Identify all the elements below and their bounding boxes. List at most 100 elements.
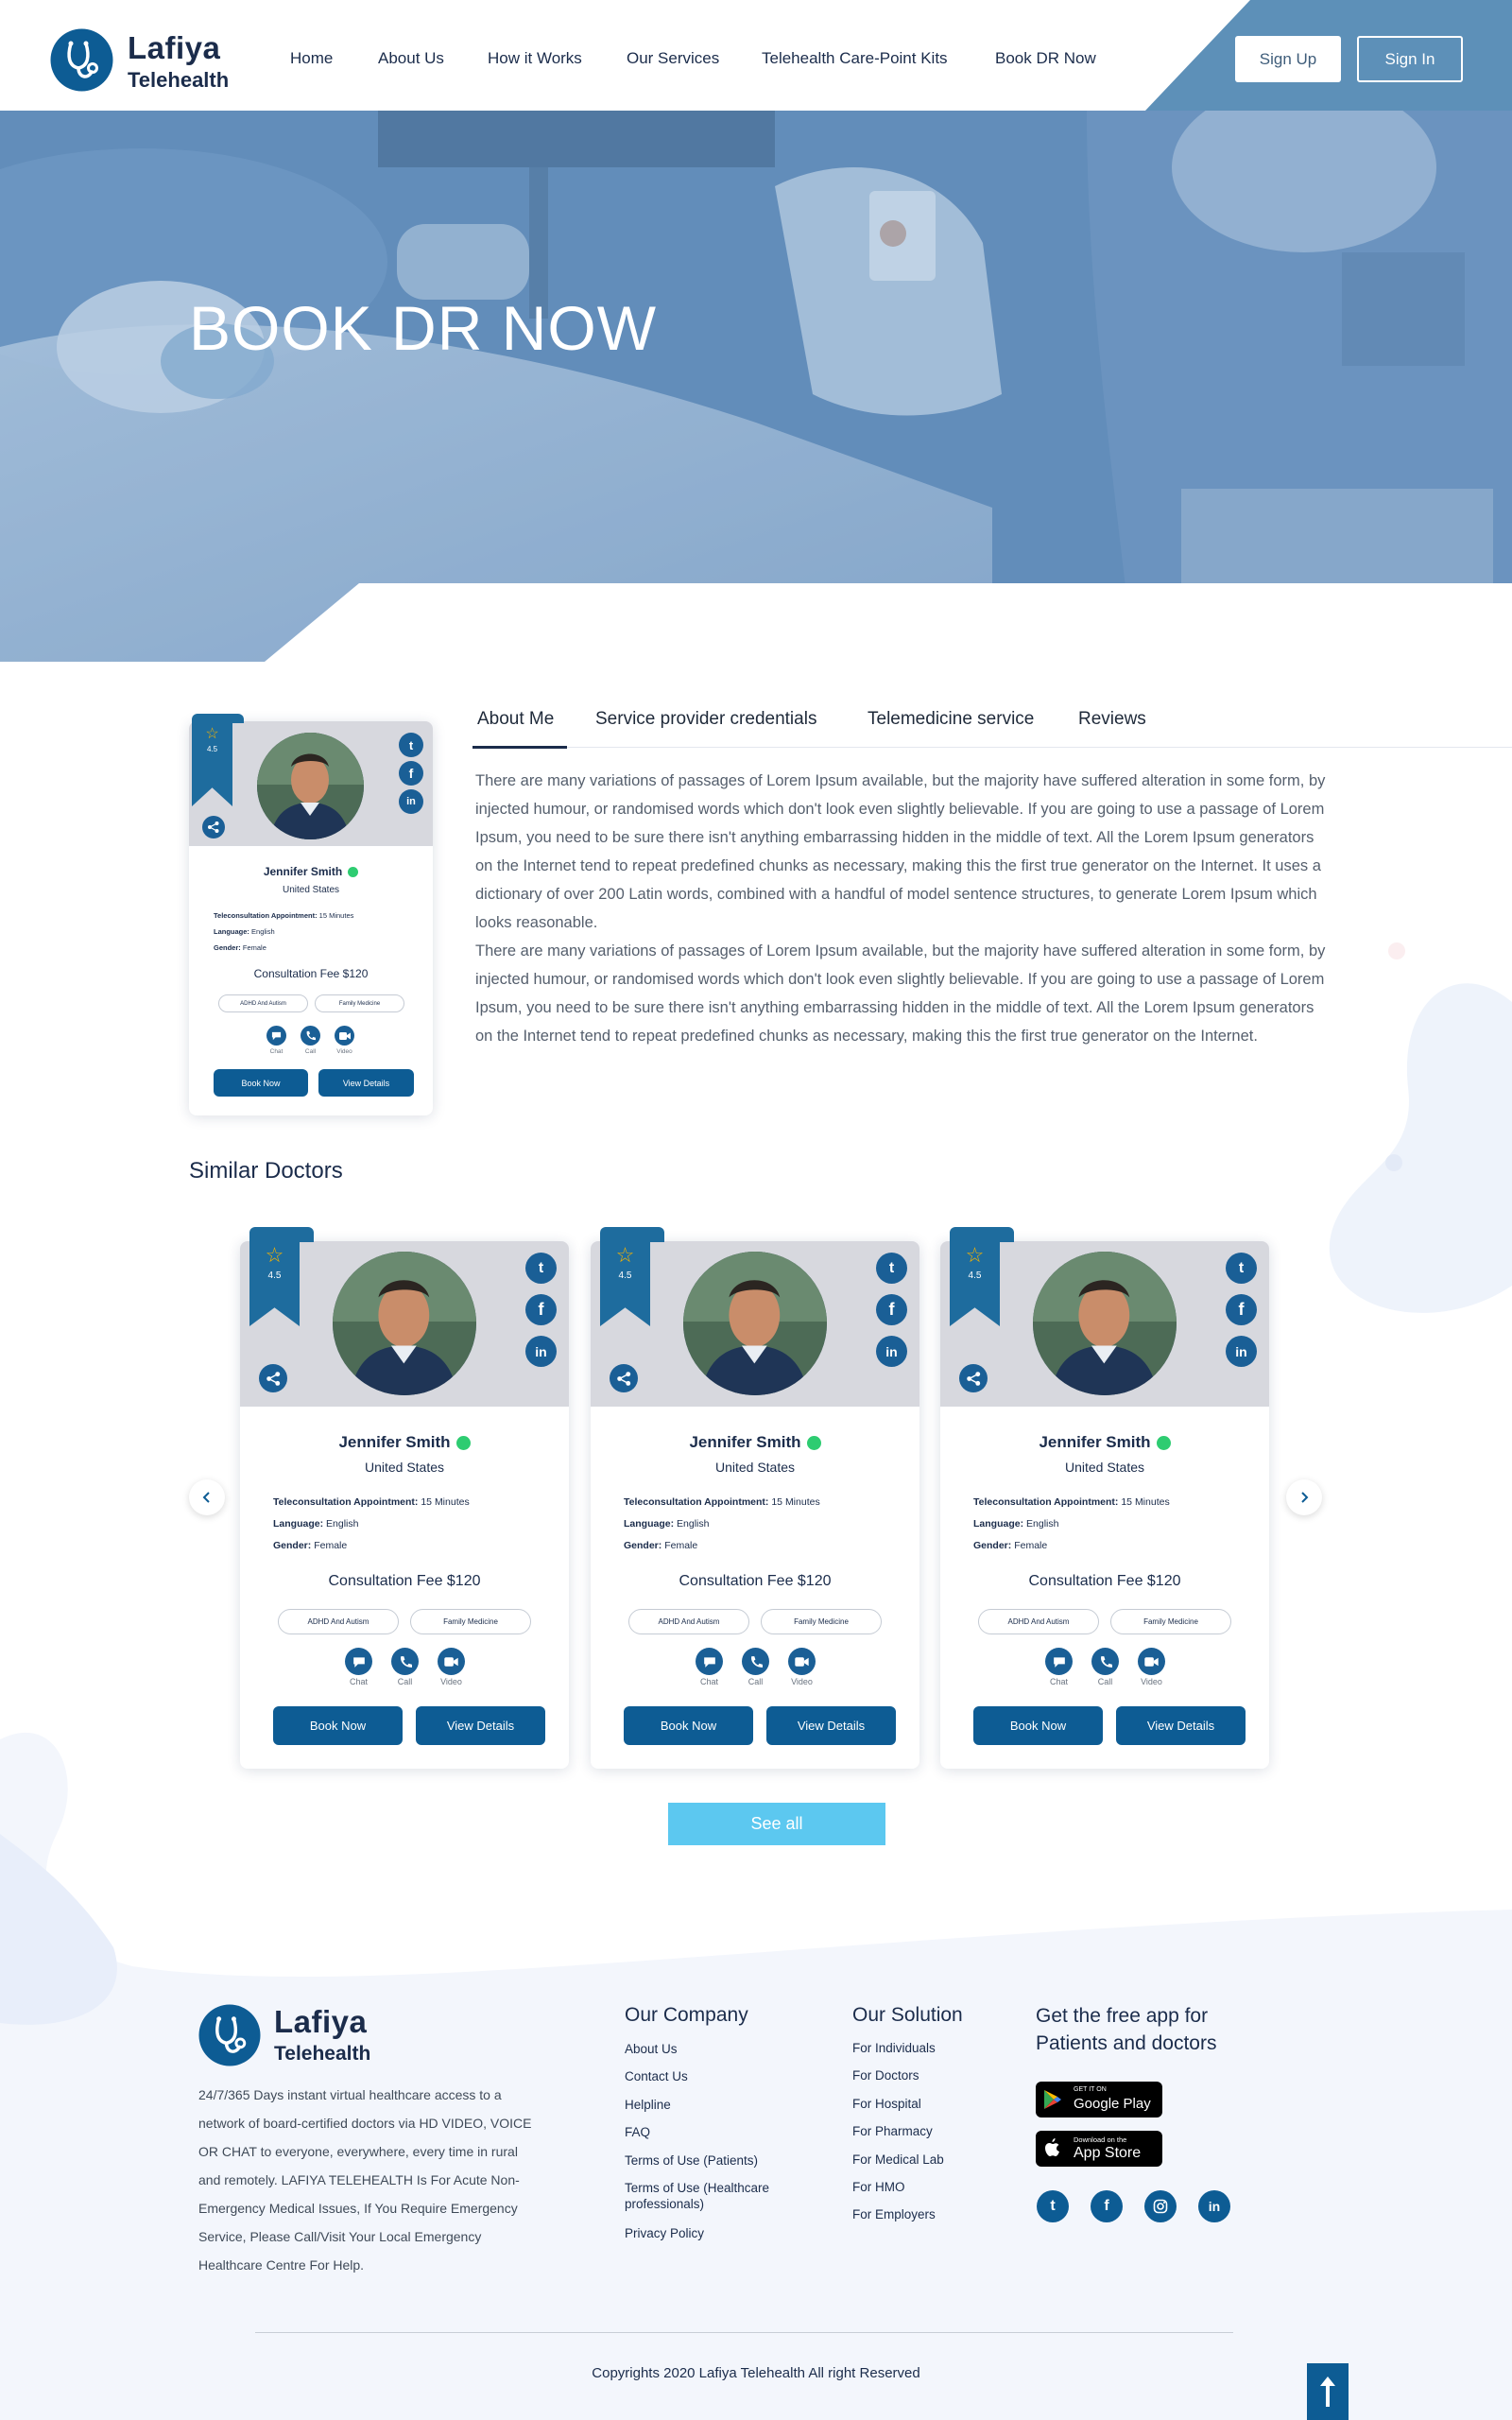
footer-link-pharmacy[interactable]: For Pharmacy (852, 2123, 933, 2139)
footer-app-heading: Get the free app for Patients and doctor… (1036, 2005, 1217, 2054)
footer-link-contact-us[interactable]: Contact Us (625, 2068, 688, 2084)
see-all-button[interactable]: See all (668, 1803, 885, 1845)
chat-icon[interactable] (1045, 1648, 1073, 1675)
app-store-big: App Store (1074, 2145, 1142, 2161)
gender-info: Gender: Female (273, 1540, 347, 1551)
twitter-icon[interactable]: t (1037, 2190, 1069, 2222)
doctor-name-text: Jennifer Smith (338, 1433, 451, 1451)
linkedin-icon[interactable]: in (1226, 1336, 1257, 1367)
twitter-icon[interactable]: t (876, 1253, 907, 1284)
gender-value: Female (1014, 1540, 1048, 1551)
call-icon[interactable] (742, 1648, 769, 1675)
call-icon[interactable] (1091, 1648, 1119, 1675)
facebook-icon[interactable]: f (525, 1294, 557, 1325)
footer-link-hospital[interactable]: For Hospital (852, 2096, 921, 2112)
chat-icon[interactable] (345, 1648, 372, 1675)
language-value: English (326, 1518, 359, 1530)
doctor-location: United States (364, 1460, 445, 1475)
footer-link-hmo[interactable]: For HMO (852, 2179, 905, 2195)
view-details-button[interactable]: View Details (318, 1069, 414, 1097)
view-details-button[interactable]: View Details (766, 1706, 896, 1745)
tab-reviews[interactable]: Reviews (1078, 709, 1146, 730)
footer-link-about-us[interactable]: About Us (625, 2041, 678, 2057)
nav-about-us[interactable]: About Us (378, 49, 444, 68)
star-icon: ☆ (265, 1243, 284, 1267)
ribbon-tab (249, 1227, 314, 1242)
footer-link-employers[interactable]: For Employers (852, 2206, 936, 2222)
book-now-button[interactable]: Book Now (273, 1706, 403, 1745)
chat-icon[interactable] (696, 1648, 723, 1675)
hero-bottom-cut (265, 583, 1512, 662)
video-icon[interactable] (788, 1648, 816, 1675)
video-icon[interactable] (335, 1026, 354, 1046)
share-icon[interactable] (610, 1364, 638, 1392)
facebook-icon[interactable]: f (399, 761, 423, 786)
specialty-pill: Family Medicine (1110, 1609, 1231, 1634)
footer-link-privacy-policy[interactable]: Privacy Policy (625, 2225, 704, 2241)
facebook-icon[interactable]: f (876, 1294, 907, 1325)
call-icon[interactable] (301, 1026, 320, 1046)
instagram-icon[interactable] (1144, 2190, 1177, 2222)
tab-about-me[interactable]: About Me (477, 709, 554, 730)
footer-logo[interactable]: Lafiya Telehealth (198, 2004, 387, 2070)
doctor-avatar-icon (333, 1252, 476, 1395)
linkedin-icon[interactable]: in (876, 1336, 907, 1367)
appointment-label: Teleconsultation Appointment: (624, 1496, 769, 1508)
star-icon: ☆ (205, 726, 219, 742)
linkedin-icon[interactable]: in (1198, 2190, 1230, 2222)
view-details-button[interactable]: View Details (1116, 1706, 1246, 1745)
twitter-icon[interactable]: t (399, 733, 423, 757)
app-store-button[interactable]: Download on the App Store (1036, 2131, 1162, 2167)
book-now-button[interactable]: Book Now (973, 1706, 1103, 1745)
gender-label: Gender: (273, 1540, 312, 1551)
tab-telemedicine-service[interactable]: Telemedicine service (868, 709, 1034, 730)
sign-up-button[interactable]: Sign Up (1235, 36, 1341, 82)
footer-description: 24/7/365 Days instant virtual healthcare… (198, 2087, 532, 2273)
facebook-icon[interactable]: f (1226, 1294, 1257, 1325)
consultation-fee: Consultation Fee $120 (328, 1573, 481, 1589)
carousel-prev-button[interactable] (189, 1479, 225, 1515)
doctor-profile-card: ☆ 4.5 t f in Jennifer Smith United State… (189, 714, 433, 1115)
nav-how-it-works[interactable]: How it Works (488, 49, 582, 68)
view-details-button[interactable]: View Details (416, 1706, 545, 1745)
decorative-blob-right (1329, 983, 1512, 1313)
tab-credentials[interactable]: Service provider credentials (595, 709, 816, 730)
chat-icon[interactable] (266, 1026, 286, 1046)
facebook-icon[interactable]: f (1091, 2190, 1123, 2222)
footer-link-doctors[interactable]: For Doctors (852, 2067, 919, 2083)
footer-link-individuals[interactable]: For Individuals (852, 2040, 936, 2056)
nav-care-point-kits[interactable]: Telehealth Care-Point Kits (762, 49, 948, 68)
share-icon[interactable] (959, 1364, 988, 1392)
google-play-button[interactable]: GET IT ON Google Play (1036, 2082, 1162, 2118)
book-now-button[interactable]: Book Now (624, 1706, 753, 1745)
book-now-button[interactable]: Book Now (214, 1069, 308, 1097)
video-icon[interactable] (1138, 1648, 1165, 1675)
nav-book-dr-now[interactable]: Book DR Now (995, 49, 1096, 68)
twitter-icon[interactable]: t (1226, 1253, 1257, 1284)
video-icon[interactable] (438, 1648, 465, 1675)
share-icon[interactable] (202, 816, 225, 838)
nav-home[interactable]: Home (290, 49, 333, 68)
nav-our-services[interactable]: Our Services (627, 49, 719, 68)
footer-link-faq[interactable]: FAQ (625, 2124, 650, 2140)
footer-link-terms-professionals[interactable]: Terms of Use (Healthcare professionals) (625, 2180, 804, 2212)
hero-banner: BOOK DR NOW (0, 111, 1512, 662)
appointment-value: 15 Minutes (421, 1496, 470, 1508)
brand-logo[interactable]: Lafiya Telehealth (50, 28, 239, 95)
language-value: English (677, 1518, 710, 1530)
carousel-next-button[interactable] (1286, 1479, 1322, 1515)
video-label: Video (791, 1677, 813, 1686)
share-icon[interactable] (259, 1364, 287, 1392)
sign-in-button[interactable]: Sign In (1357, 36, 1463, 82)
footer-link-terms-patients[interactable]: Terms of Use (Patients) (625, 2152, 758, 2169)
doctor-location: United States (714, 1460, 796, 1475)
footer-link-medical-lab[interactable]: For Medical Lab (852, 2152, 944, 2168)
footer-link-helpline[interactable]: Helpline (625, 2097, 671, 2113)
call-icon[interactable] (391, 1648, 419, 1675)
linkedin-icon[interactable]: in (399, 789, 423, 814)
appointment-value: 15 Minutes (318, 911, 354, 920)
consultation-fee: Consultation Fee $120 (679, 1573, 832, 1589)
twitter-icon[interactable]: t (525, 1253, 557, 1284)
linkedin-icon[interactable]: in (525, 1336, 557, 1367)
back-to-top-button[interactable] (1307, 2363, 1349, 2420)
